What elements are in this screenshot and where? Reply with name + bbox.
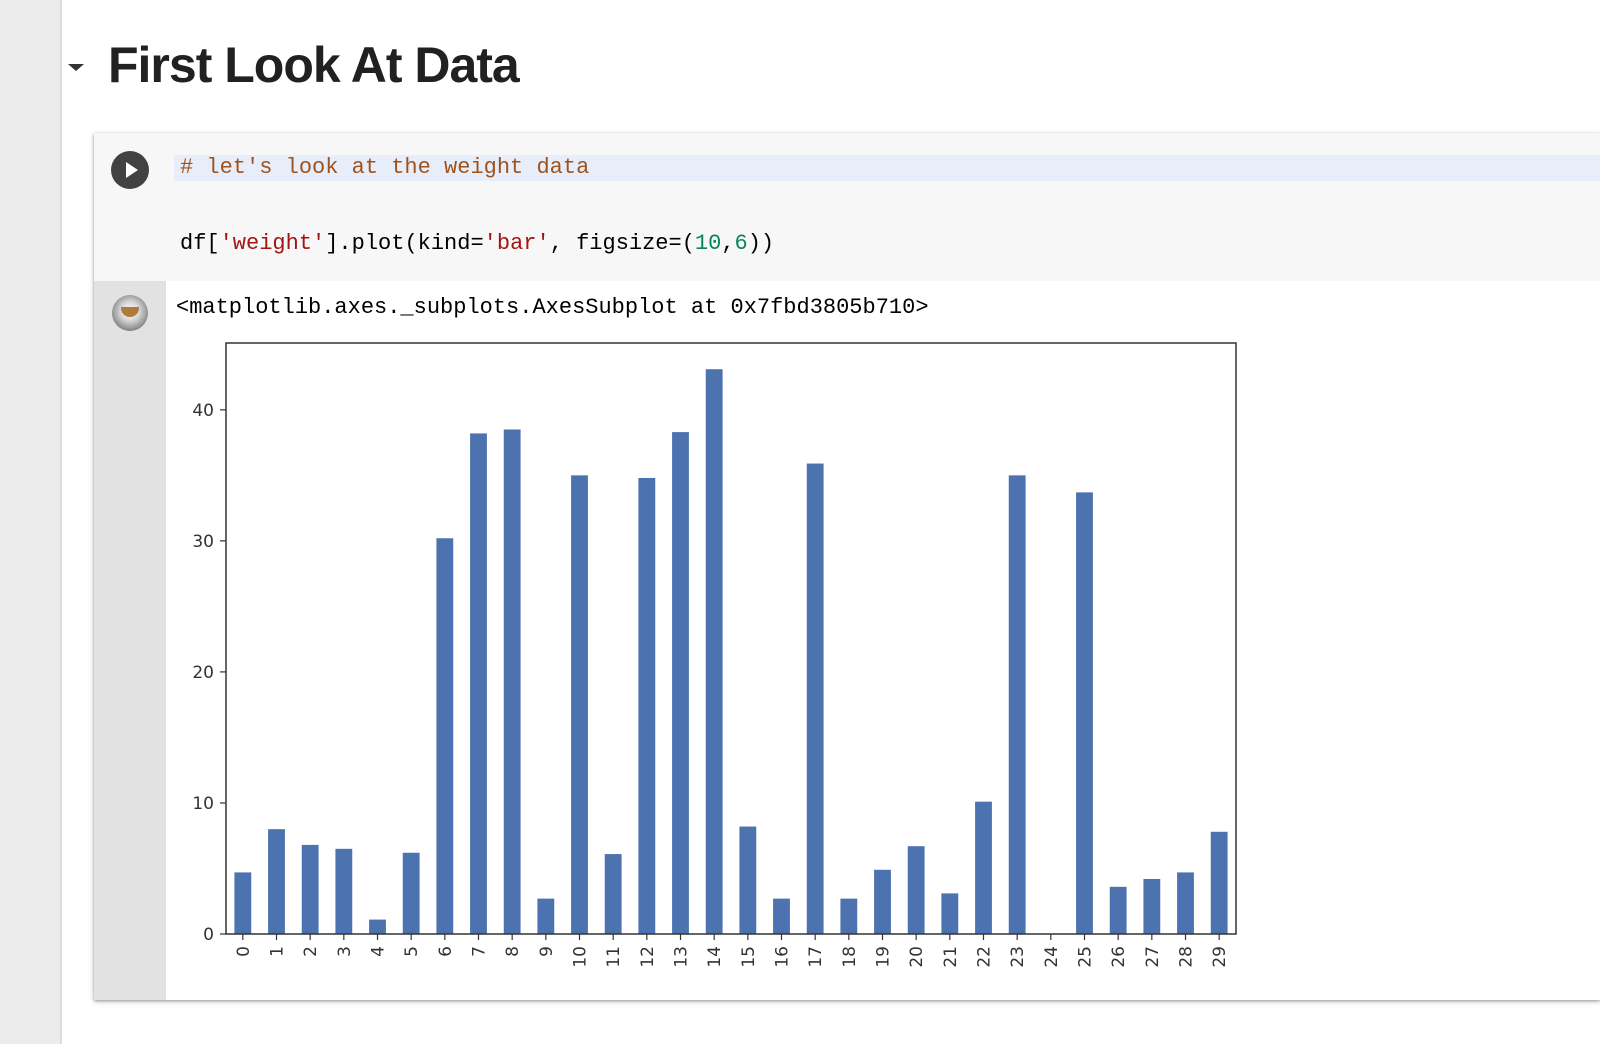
x-tick-label: 19 xyxy=(874,946,894,968)
x-tick-label: 5 xyxy=(402,946,422,957)
x-tick-label: 13 xyxy=(672,946,692,968)
y-tick-label: 40 xyxy=(192,401,214,421)
code-string: 'weight' xyxy=(219,231,326,256)
x-tick-label: 10 xyxy=(571,946,591,968)
x-tick-label: 1 xyxy=(268,946,288,957)
bar-20 xyxy=(907,846,925,934)
x-tick-label: 16 xyxy=(773,946,793,968)
code-line-comment[interactable]: # let's look at the weight data xyxy=(174,155,1600,181)
bar-17 xyxy=(806,463,824,934)
code-token: df[ xyxy=(180,231,220,256)
x-tick-label: 3 xyxy=(335,946,355,957)
bar-14 xyxy=(705,369,723,934)
y-tick-label: 30 xyxy=(192,532,214,552)
x-tick-label: 25 xyxy=(1076,946,1096,968)
code-number: 10 xyxy=(694,231,722,256)
bar-3 xyxy=(335,848,353,934)
bar-19 xyxy=(874,869,891,934)
code-token: ].plot(kind= xyxy=(325,231,484,256)
x-tick-label: 14 xyxy=(705,946,725,968)
x-tick-label: 17 xyxy=(806,946,826,968)
bar-13 xyxy=(672,432,689,934)
y-tick-label: 10 xyxy=(192,794,214,814)
bar-8 xyxy=(503,429,521,934)
bar-16 xyxy=(773,898,790,934)
x-tick-label: 29 xyxy=(1210,946,1230,968)
code-line-plot[interactable]: df['weight'].plot(kind='bar', figsize=(1… xyxy=(180,231,774,257)
x-tick-label: 26 xyxy=(1109,946,1129,968)
x-tick-label: 12 xyxy=(638,946,658,968)
y-tick-label: 0 xyxy=(203,925,214,945)
x-tick-label: 18 xyxy=(840,946,860,968)
x-tick-label: 22 xyxy=(975,946,995,968)
code-number: 6 xyxy=(734,231,748,256)
code-comment: # let's look at the weight data xyxy=(180,155,590,180)
bar-25 xyxy=(1076,492,1093,934)
x-tick-label: 27 xyxy=(1143,946,1163,968)
x-tick-label: 7 xyxy=(470,946,490,957)
bar-9 xyxy=(537,898,555,934)
bar-4 xyxy=(369,919,386,934)
x-tick-label: 28 xyxy=(1177,946,1197,968)
code-token: )) xyxy=(747,231,775,256)
bar-28 xyxy=(1177,872,1194,934)
bar-chart: 0102030400 1 2 3 4 5 6 7 8 9 10 11 12 13 14 15 16 17 18 19 2… xyxy=(192,342,1237,968)
bar-7 xyxy=(470,433,487,934)
bar-11 xyxy=(604,854,622,934)
output-text: <matplotlib.axes._subplots.AxesSubplot a… xyxy=(176,295,929,320)
x-tick-label: 0 xyxy=(234,946,254,957)
x-tick-label: 21 xyxy=(941,946,961,968)
bar-5 xyxy=(402,852,420,934)
x-tick-label: 4 xyxy=(369,946,389,957)
bar-1 xyxy=(268,829,285,934)
play-icon xyxy=(126,162,138,178)
x-tick-label: 6 xyxy=(436,946,456,957)
output-actions-icon[interactable] xyxy=(112,295,148,331)
bar-6 xyxy=(436,538,454,934)
code-token: , xyxy=(721,231,735,256)
bar-23 xyxy=(1008,475,1026,934)
bar-29 xyxy=(1210,831,1228,934)
section-title: First Look At Data xyxy=(108,37,520,93)
bar-27 xyxy=(1143,878,1161,934)
collapse-toggle-icon[interactable] xyxy=(68,64,84,71)
code-string: 'bar' xyxy=(483,231,550,256)
x-tick-label: 11 xyxy=(604,946,624,968)
bar-26 xyxy=(1109,886,1127,934)
left-gutter xyxy=(0,0,62,1044)
bar-0 xyxy=(234,872,252,934)
run-cell-button[interactable] xyxy=(111,151,149,189)
x-tick-label: 2 xyxy=(301,946,321,957)
x-tick-label: 23 xyxy=(1008,946,1028,968)
bar-12 xyxy=(638,477,656,934)
code-editor[interactable]: # let's look at the weight data df['weig… xyxy=(94,133,1600,281)
x-tick-label: 15 xyxy=(739,946,759,968)
x-tick-label: 20 xyxy=(907,946,927,968)
bar-18 xyxy=(840,898,858,934)
bar-21 xyxy=(941,893,959,934)
bar-15 xyxy=(739,826,757,934)
x-tick-label: 9 xyxy=(537,946,557,957)
output-gutter xyxy=(94,281,166,1000)
x-tick-label: 24 xyxy=(1042,946,1062,968)
bar-22 xyxy=(975,801,992,934)
bar-10 xyxy=(571,475,588,934)
x-tick-label: 8 xyxy=(503,946,523,957)
code-token: , figsize=( xyxy=(549,231,695,256)
y-tick-label: 20 xyxy=(192,663,214,683)
bar-2 xyxy=(301,844,319,934)
